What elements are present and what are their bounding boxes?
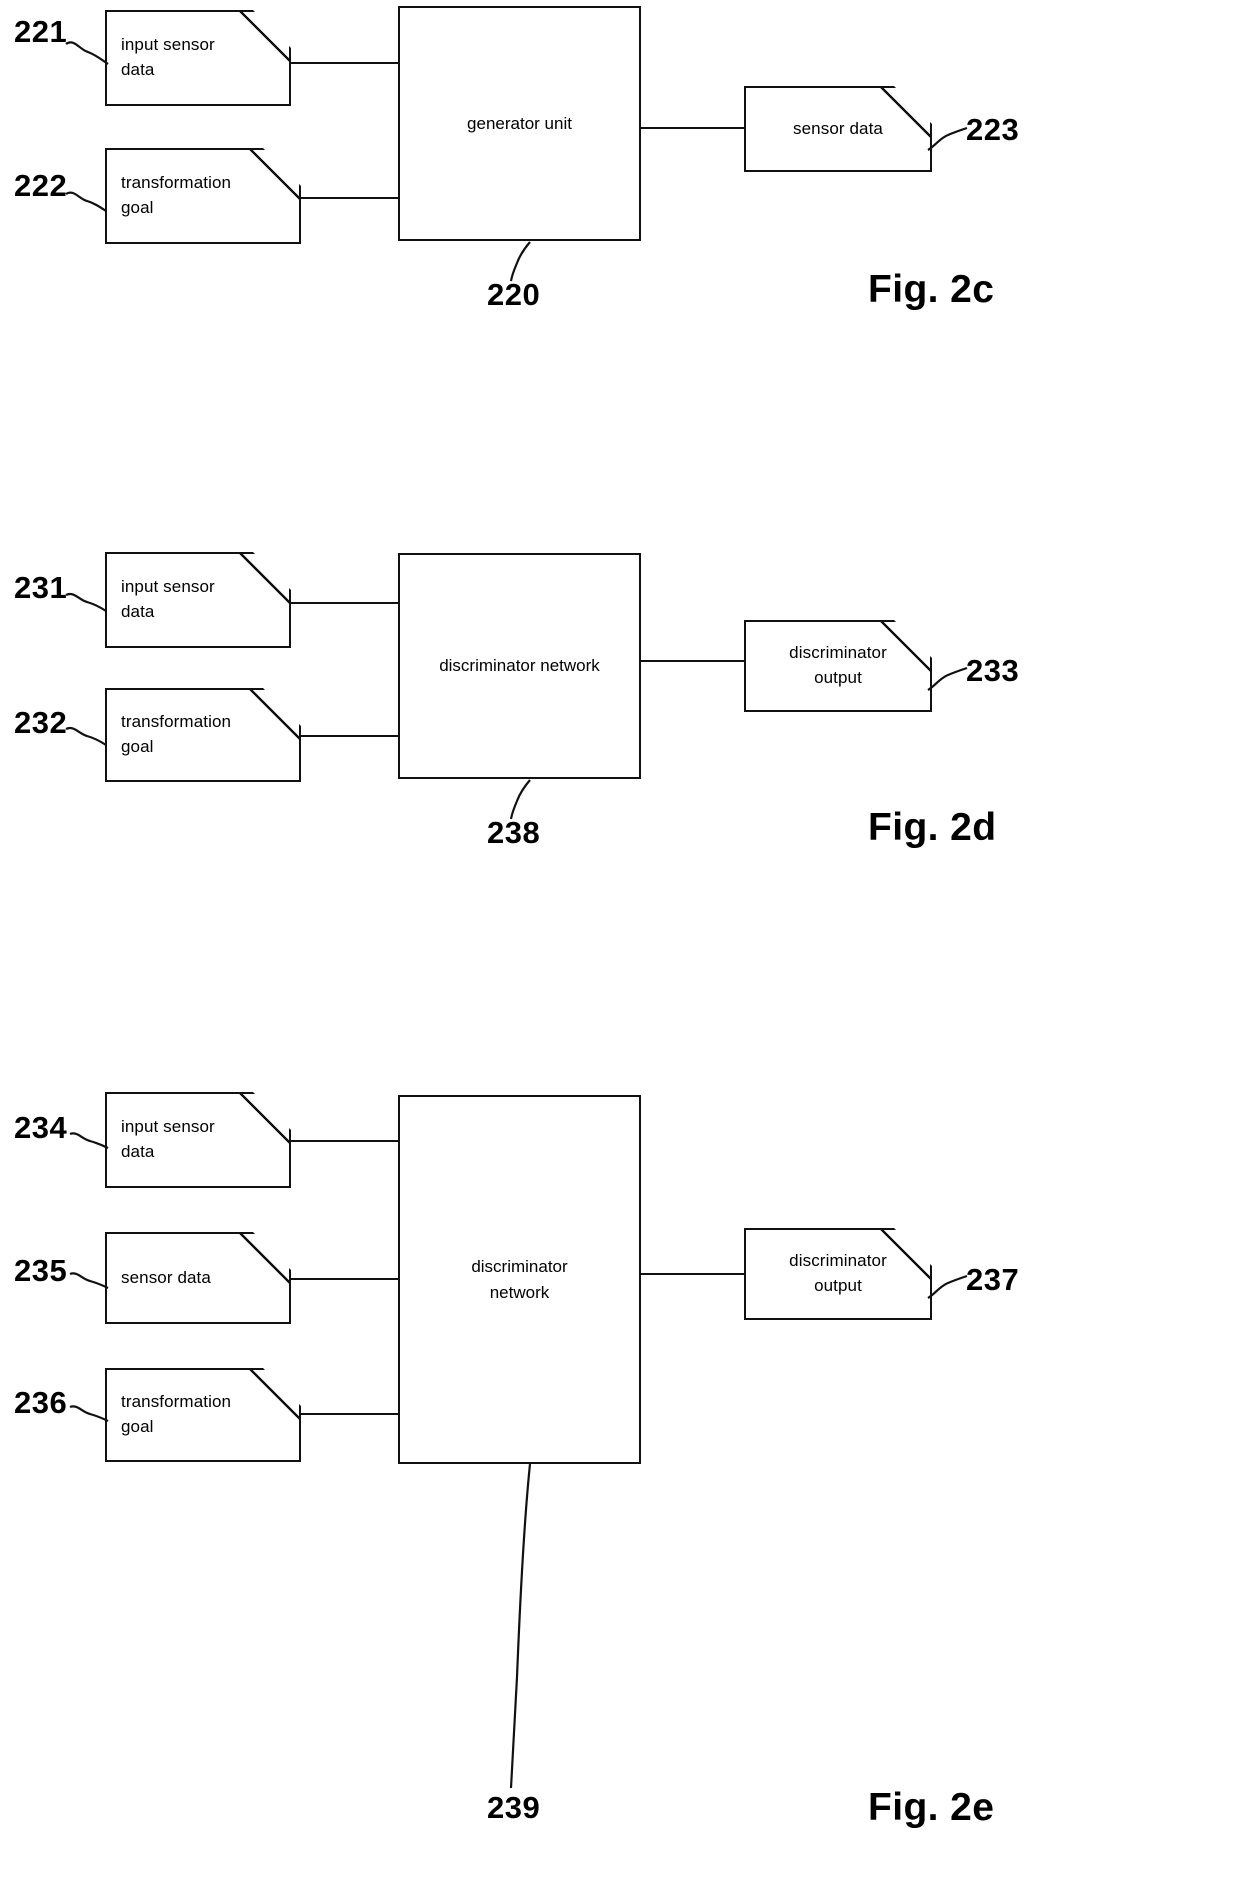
box-input-sensor-data-221: input sensor data [105,10,291,106]
box-label-line1: transformation [121,173,232,193]
connector-236-to-239 [299,1413,402,1415]
box-label-line2: output [814,668,862,687]
box-label-line2: goal [121,737,154,756]
box-sensor-data-235: sensor data [105,1232,291,1324]
box-label: input sensor data [107,1115,255,1164]
box-label-line1: discriminator [789,643,887,663]
leader-line-232 [64,724,110,752]
leader-line-233 [926,664,970,694]
ref-220: 220 [487,277,541,312]
box-label-line1: discriminator [789,1251,887,1271]
unit-label: discriminator network [439,656,600,676]
caption-fig-2e: Fig. 2e [868,1786,995,1829]
unit-label-line1: discriminator [471,1257,568,1276]
connector-232-to-238 [299,735,402,737]
box-label-line1: input sensor [121,577,215,597]
box-transformation-goal-222: transformation goal [105,148,301,244]
connector-220-to-223 [639,127,746,129]
ref-232: 232 [14,705,68,740]
connector-234-to-239 [289,1140,402,1142]
box-discriminator-output-233: discriminator output [744,620,932,712]
unit-discriminator-network-239: discriminator network [398,1095,641,1464]
connector-239-to-237 [639,1273,746,1275]
leader-line-239 [500,1462,534,1792]
connector-222-to-220 [299,197,402,199]
unit-label: generator unit [467,113,572,133]
box-label-line2: goal [121,198,154,217]
ref-233: 233 [966,653,1020,688]
ref-222: 222 [14,168,68,203]
box-label: input sensor data [107,575,255,624]
ref-237: 237 [966,1262,1020,1297]
box-label-line2: data [121,602,155,621]
box-label-line1: input sensor [121,35,215,55]
connector-238-to-233 [639,660,746,662]
box-discriminator-output-237: discriminator output [744,1228,932,1320]
ref-238: 238 [487,815,541,850]
ref-231: 231 [14,570,68,605]
leader-line-221 [64,36,112,70]
box-label-line1: transformation [121,712,232,732]
ref-239: 239 [487,1790,541,1825]
box-transformation-goal-232: transformation goal [105,688,301,782]
box-label: sensor data [121,1267,211,1287]
box-label: transformation goal [107,710,271,759]
box-input-sensor-data-234: input sensor data [105,1092,291,1188]
leader-line-223 [926,124,970,154]
box-label: discriminator output [746,641,930,690]
unit-label-line2: network [489,1282,550,1302]
ref-221: 221 [14,14,68,49]
leader-line-237 [926,1272,970,1302]
box-label: discriminator output [746,1249,930,1298]
caption-fig-2c: Fig. 2c [868,268,995,311]
box-label-line2: data [121,60,155,79]
unit-discriminator-network-238: discriminator network [398,553,641,779]
ref-235: 235 [14,1253,68,1288]
ref-236: 236 [14,1385,68,1420]
box-label-line1: transformation [121,1392,232,1412]
box-label: sensor data [793,118,883,138]
leader-line-231 [64,590,110,618]
leader-line-222 [64,188,110,218]
box-label-line1: input sensor [121,1117,215,1137]
connector-221-to-220 [289,62,402,64]
box-label-line2: goal [121,1417,154,1436]
box-label-line2: output [814,1276,862,1295]
box-label: transformation goal [107,1390,271,1439]
ref-234: 234 [14,1110,68,1145]
box-label: input sensor data [107,33,255,82]
unit-generator-220: generator unit [398,6,641,241]
box-input-sensor-data-231: input sensor data [105,552,291,648]
box-label-line2: data [121,1142,155,1161]
connector-231-to-238 [289,602,402,604]
caption-fig-2d: Fig. 2d [868,806,997,849]
box-transformation-goal-236: transformation goal [105,1368,301,1462]
box-label: transformation goal [107,171,271,220]
ref-223: 223 [966,112,1020,147]
box-sensor-data-223: sensor data [744,86,932,172]
unit-label: discriminator network [461,1254,577,1305]
connector-235-to-239 [289,1278,402,1280]
